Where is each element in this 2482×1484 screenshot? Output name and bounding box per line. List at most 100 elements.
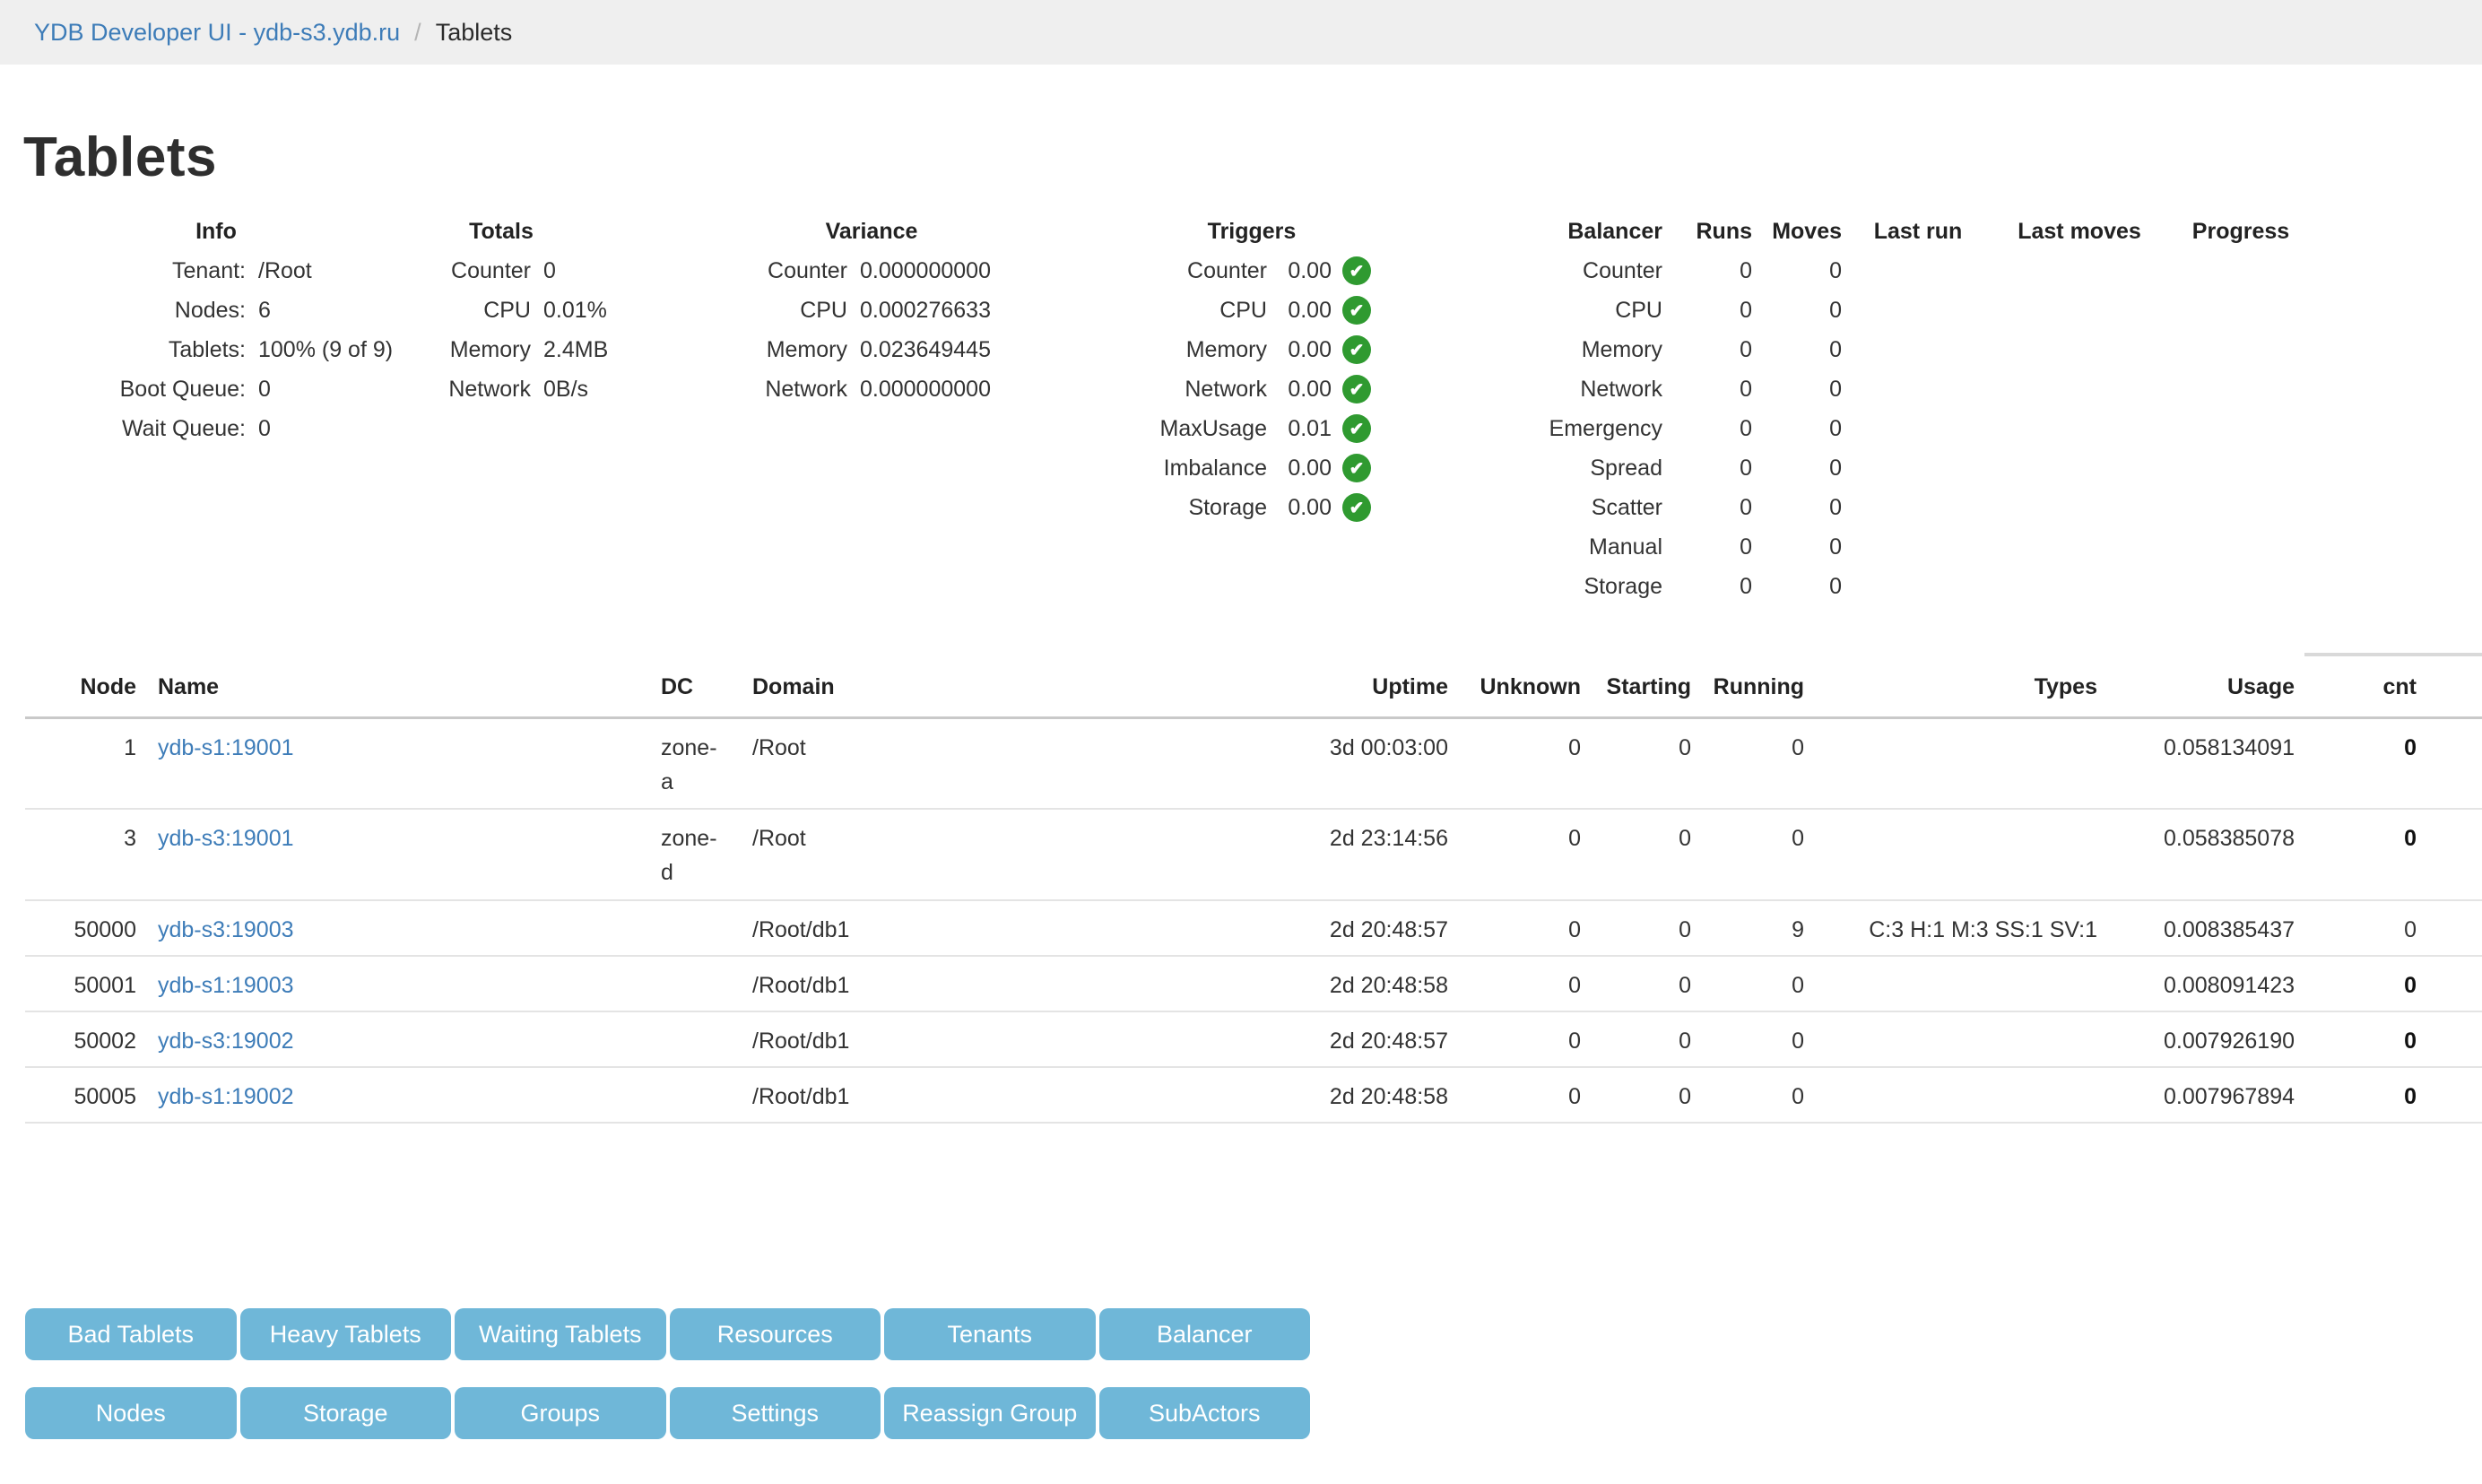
cell-name: ydb-s1:19002	[136, 1067, 661, 1123]
stat-label: Counter	[307, 251, 531, 291]
check-circle-icon: ✔	[1342, 375, 1371, 404]
balancer-row-progress	[2165, 251, 2317, 291]
tablet-node-link[interactable]: ydb-s1:19003	[158, 973, 294, 998]
balancer-row: Manual 0 0	[1429, 527, 2317, 567]
stat-value: 0	[246, 409, 271, 448]
table-row: 1 ydb-s1:19001 zone-a /Root 3d 00:03:00 …	[25, 717, 2482, 809]
check-circle-icon: ✔	[1342, 454, 1371, 482]
balancer-row: Spread 0 0	[1429, 448, 2317, 488]
cell-starting: 0	[1581, 809, 1691, 900]
table-row: 50002 ydb-s3:19002 /Root/db1 2d 20:48:57…	[25, 1011, 2482, 1067]
action-button-tenants[interactable]: Tenants	[884, 1308, 1096, 1360]
trigger-value: 0.00	[1267, 369, 1332, 409]
cell-usage: 0.008385437	[2097, 900, 2295, 956]
cell-cnt: 0	[2295, 717, 2417, 809]
balancer-row-moves: 0	[1752, 567, 1842, 606]
cell-domain: /Root/db1	[724, 1067, 1058, 1123]
tablet-node-link[interactable]: ydb-s1:19001	[158, 735, 294, 760]
col-header-cnt: cnt	[2295, 651, 2417, 717]
cell-spacer	[2417, 956, 2482, 1011]
trigger-value: 0.01	[1267, 409, 1332, 448]
balancer-row-moves: 0	[1752, 448, 1842, 488]
trigger-label: Counter	[1043, 251, 1267, 291]
balancer-header-label: Balancer	[1429, 212, 1662, 251]
action-button-groups[interactable]: Groups	[455, 1387, 666, 1439]
col-header-usage: Usage	[2097, 651, 2295, 717]
action-button-balancer[interactable]: Balancer	[1099, 1308, 1311, 1360]
balancer-row-moves: 0	[1752, 330, 1842, 369]
balancer-header-runs: Runs	[1662, 212, 1752, 251]
stat-label: Nodes:	[22, 291, 246, 330]
action-button-nodes[interactable]: Nodes	[25, 1387, 237, 1439]
trigger-value: 0.00	[1267, 448, 1332, 488]
check-circle-icon: ✔	[1342, 335, 1371, 364]
trigger-value: 0.00	[1267, 251, 1332, 291]
tablet-node-link[interactable]: ydb-s1:19002	[158, 1084, 294, 1109]
tablet-table-body: 1 ydb-s1:19001 zone-a /Root 3d 00:03:00 …	[25, 717, 2482, 1123]
balancer-row-label: Network	[1429, 369, 1662, 409]
balancer-row-last-moves	[1994, 251, 2165, 291]
balancer-row-moves: 0	[1752, 251, 1842, 291]
action-button-settings[interactable]: Settings	[670, 1387, 881, 1439]
balancer-row-moves: 0	[1752, 527, 1842, 567]
cell-unknown: 0	[1448, 809, 1581, 900]
action-button-subactors[interactable]: SubActors	[1099, 1387, 1311, 1439]
balancer-row-moves: 0	[1752, 291, 1842, 330]
tablet-table-header-row: Node Name DC Domain Uptime Unknown Start…	[25, 651, 2482, 717]
action-button-heavy-tablets[interactable]: Heavy Tablets	[240, 1308, 452, 1360]
balancer-row-last-run	[1842, 567, 1994, 606]
cell-uptime: 2d 23:14:56	[1058, 809, 1448, 900]
balancer-row-progress	[2165, 448, 2317, 488]
stat-value: 0	[531, 251, 556, 291]
cell-running: 0	[1691, 717, 1804, 809]
stat-value: 0	[246, 369, 271, 409]
balancer-row-label: Emergency	[1429, 409, 1662, 448]
cell-name: ydb-s3:19003	[136, 900, 661, 956]
cell-node: 50002	[25, 1011, 136, 1067]
col-header-name: Name	[136, 651, 661, 717]
panel-balancer: Balancer Runs Moves Last run Last moves …	[1429, 212, 2317, 606]
trigger-row: Storage 0.00 ✔	[1043, 488, 1461, 527]
col-header-spacer	[2417, 651, 2482, 717]
cell-starting: 0	[1581, 717, 1691, 809]
cell-uptime: 2d 20:48:57	[1058, 900, 1448, 956]
trigger-label: Storage	[1043, 488, 1267, 527]
cell-dc	[661, 1011, 724, 1067]
balancer-row-runs: 0	[1662, 527, 1752, 567]
balancer-row: Emergency 0 0	[1429, 409, 2317, 448]
balancer-row-moves: 0	[1752, 369, 1842, 409]
balancer-row-runs: 0	[1662, 567, 1752, 606]
col-header-running: Running	[1691, 651, 1804, 717]
action-button-storage[interactable]: Storage	[240, 1387, 452, 1439]
col-header-starting: Starting	[1581, 651, 1691, 717]
action-button-waiting-tablets[interactable]: Waiting Tablets	[455, 1308, 666, 1360]
action-button-reassign-group[interactable]: Reassign Group	[884, 1387, 1096, 1439]
trigger-row: Imbalance 0.00 ✔	[1043, 448, 1461, 488]
breadcrumb-root-link[interactable]: YDB Developer UI - ydb-s3.ydb.ru	[34, 19, 400, 47]
cell-node: 3	[25, 809, 136, 900]
stat-value: 0B/s	[531, 369, 588, 409]
stat-label: Memory	[307, 330, 531, 369]
tablet-node-link[interactable]: ydb-s3:19002	[158, 1028, 294, 1054]
balancer-row-label: Memory	[1429, 330, 1662, 369]
panel-balancer-rows: Counter 0 0 CPU 0 0 Memory 0 0 Network 0…	[1429, 251, 2317, 606]
cell-domain: /Root/db1	[724, 956, 1058, 1011]
cell-running: 9	[1691, 900, 1804, 956]
trigger-row: Memory 0.00 ✔	[1043, 330, 1461, 369]
tablet-table: Node Name DC Domain Uptime Unknown Start…	[25, 651, 2482, 1124]
cell-unknown: 0	[1448, 956, 1581, 1011]
cell-types: C:3 H:1 M:3 SS:1 SV:1	[1804, 900, 2097, 956]
balancer-row-last-run	[1842, 409, 1994, 448]
cell-uptime: 2d 20:48:58	[1058, 956, 1448, 1011]
tablet-node-link[interactable]: ydb-s3:19003	[158, 917, 294, 942]
cell-name: ydb-s1:19003	[136, 956, 661, 1011]
tablet-node-link[interactable]: ydb-s3:19001	[158, 826, 294, 851]
balancer-row-last-moves	[1994, 409, 2165, 448]
cell-dc	[661, 900, 724, 956]
cell-domain: /Root	[724, 717, 1058, 809]
action-button-bad-tablets[interactable]: Bad Tablets	[25, 1308, 237, 1360]
cell-cnt: 0	[2295, 900, 2417, 956]
cell-running: 0	[1691, 956, 1804, 1011]
cell-uptime: 2d 20:48:58	[1058, 1067, 1448, 1123]
action-button-resources[interactable]: Resources	[670, 1308, 881, 1360]
